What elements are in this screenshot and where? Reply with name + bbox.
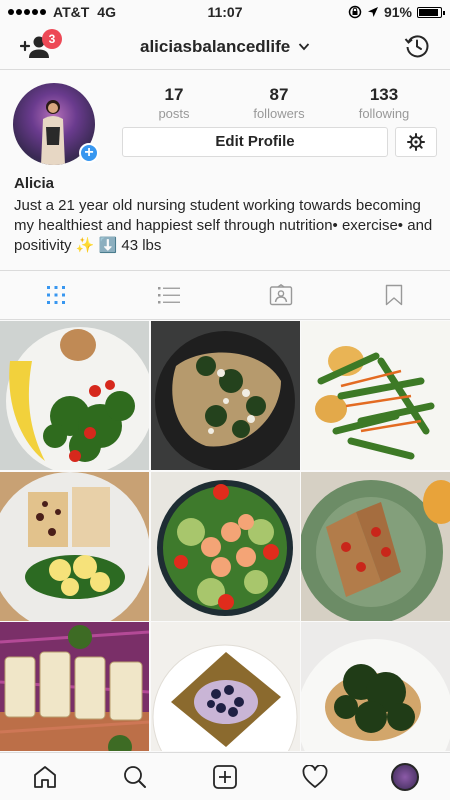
post-thumbnail[interactable] bbox=[0, 321, 149, 470]
posts-label: posts bbox=[158, 106, 190, 121]
history-icon[interactable] bbox=[404, 33, 430, 59]
tab-list[interactable] bbox=[113, 271, 226, 319]
tagged-photos-icon bbox=[270, 284, 293, 306]
username-switcher[interactable]: aliciasbalancedlife bbox=[0, 37, 450, 57]
posts-count: 17 bbox=[164, 85, 184, 104]
profile-bio: Just a 21 year old nursing student worki… bbox=[14, 197, 433, 254]
chevron-down-icon bbox=[298, 43, 310, 51]
profile-icon bbox=[391, 762, 419, 791]
heart-icon bbox=[302, 764, 328, 788]
post-thumbnail[interactable] bbox=[0, 471, 149, 621]
followers-label: followers bbox=[253, 106, 305, 121]
post-thumbnail[interactable] bbox=[301, 321, 450, 470]
location-arrow-icon bbox=[367, 7, 378, 17]
post-image bbox=[301, 321, 450, 470]
followers-count: 87 bbox=[269, 85, 289, 104]
post-image bbox=[301, 622, 450, 751]
status-right: 91% bbox=[348, 4, 445, 20]
post-image bbox=[150, 622, 300, 751]
post-grid bbox=[0, 321, 450, 751]
profile-nav-bar: 3 aliciasbalancedlife bbox=[0, 24, 450, 70]
post-image bbox=[0, 471, 149, 621]
following-label: following bbox=[358, 106, 410, 121]
post-thumbnail[interactable] bbox=[150, 622, 300, 751]
post-image bbox=[150, 471, 300, 621]
post-thumbnail[interactable] bbox=[150, 321, 300, 470]
bottom-tab-home[interactable] bbox=[0, 753, 90, 800]
home-icon bbox=[34, 765, 56, 788]
tab-grid[interactable] bbox=[0, 271, 113, 319]
post-image bbox=[0, 321, 149, 470]
rotation-lock-icon bbox=[348, 5, 362, 19]
post-thumbnail[interactable] bbox=[301, 622, 450, 751]
stat-following[interactable]: 133 following bbox=[339, 85, 429, 121]
following-count: 133 bbox=[369, 85, 399, 104]
post-image bbox=[150, 321, 300, 470]
edit-profile-button[interactable]: Edit Profile bbox=[122, 127, 388, 157]
status-bar: AT&T 4G 11:07 91% bbox=[0, 0, 450, 24]
bookmark-icon bbox=[385, 284, 402, 306]
post-thumbnail[interactable] bbox=[0, 622, 149, 751]
post-image bbox=[301, 471, 450, 621]
tab-saved[interactable] bbox=[338, 271, 450, 319]
battery-icon bbox=[417, 6, 445, 18]
post-thumbnail[interactable] bbox=[301, 471, 450, 621]
list-icon bbox=[157, 287, 180, 304]
bottom-tab-bar bbox=[0, 752, 450, 800]
profile-view-tabs bbox=[0, 270, 450, 320]
post-thumbnail[interactable] bbox=[150, 471, 300, 621]
search-icon bbox=[124, 765, 146, 788]
bottom-tab-search[interactable] bbox=[90, 753, 180, 800]
settings-button[interactable] bbox=[395, 127, 437, 157]
bottom-tab-profile[interactable] bbox=[360, 753, 450, 800]
username: aliciasbalancedlife bbox=[140, 37, 291, 56]
gear-icon bbox=[407, 133, 425, 151]
avatar-person-figure bbox=[41, 100, 65, 165]
post-image bbox=[0, 622, 149, 751]
new-post-icon bbox=[213, 764, 237, 789]
stat-followers[interactable]: 87 followers bbox=[234, 85, 324, 121]
profile-name: Alicia bbox=[14, 175, 55, 192]
battery-percent: 91% bbox=[383, 4, 412, 20]
stat-posts[interactable]: 17 posts bbox=[129, 85, 219, 121]
bottom-tab-activity[interactable] bbox=[270, 753, 360, 800]
bottom-tab-new-post[interactable] bbox=[180, 753, 270, 800]
tab-tagged[interactable] bbox=[225, 271, 338, 319]
add-story-plus-icon[interactable]: + bbox=[79, 143, 99, 163]
grid-icon bbox=[47, 286, 66, 304]
